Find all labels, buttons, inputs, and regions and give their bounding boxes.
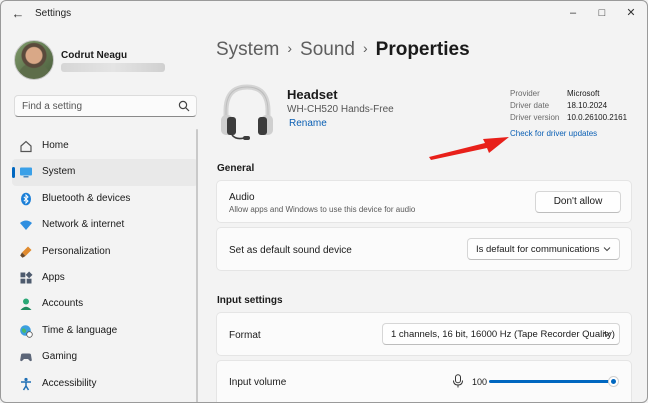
input-volume-slider-track[interactable]: [489, 380, 613, 383]
sidebar-item-label: Gaming: [42, 351, 78, 363]
input-volume-title: Input volume: [229, 377, 287, 388]
search-icon: [178, 100, 190, 112]
sidebar-item-accounts[interactable]: Accounts: [12, 291, 198, 317]
profile-name: Codrut Neagu: [61, 50, 128, 61]
format-card: Format 1 channels, 16 bit, 16000 Hz (Tap…: [216, 312, 632, 356]
search-input[interactable]: Find a setting: [14, 95, 197, 117]
sidebar-item-label: Accessibility: [42, 377, 97, 389]
maximize-button[interactable]: □: [589, 4, 615, 22]
settings-window: ← Settings – □ ✕ Codrut Neagu Find a set…: [0, 0, 648, 403]
network-icon: [20, 220, 32, 231]
driver-row: Driver date 18.10.2024: [510, 101, 630, 113]
sidebar-scrollbar[interactable]: [196, 129, 198, 402]
microphone-icon[interactable]: [452, 374, 464, 388]
audio-subtitle: Allow apps and Windows to use this devic…: [229, 205, 416, 214]
avatar[interactable]: [14, 40, 54, 80]
default-device-value: Is default for communications: [476, 244, 600, 255]
driver-value: 18.10.2024: [567, 101, 608, 110]
sidebar-item-label: Personalization: [42, 245, 111, 257]
title-bar: ← Settings – □ ✕: [1, 1, 647, 27]
sidebar-item-label: Apps: [42, 271, 65, 283]
driver-row: Driver version 10.0.26100.2161: [510, 113, 630, 125]
input-volume-value: 100: [472, 377, 488, 387]
minimize-button[interactable]: –: [560, 4, 586, 22]
sidebar-item-label: System: [42, 166, 76, 178]
sidebar-item-apps[interactable]: Apps: [12, 265, 198, 291]
back-arrow-icon[interactable]: ←: [11, 7, 25, 21]
sidebar-item-home[interactable]: Home: [12, 133, 198, 159]
sidebar-item-label: Accounts: [42, 298, 84, 310]
breadcrumb: System › Sound › Properties: [216, 39, 470, 61]
driver-key: Driver date: [510, 101, 550, 110]
section-input-settings-title: Input settings: [217, 295, 283, 306]
search-placeholder: Find a setting: [22, 101, 83, 112]
default-device-dropdown[interactable]: Is default for communications: [467, 238, 620, 260]
check-driver-updates-link[interactable]: Check for driver updates: [510, 129, 597, 138]
annotation-arrow: [429, 137, 509, 160]
device-model: WH-CH520 Hands-Free: [287, 104, 394, 115]
sidebar-item-network[interactable]: Network & internet: [12, 212, 198, 238]
breadcrumb-system[interactable]: System: [216, 39, 279, 60]
format-title: Format: [229, 330, 261, 341]
sidebar-item-time-language[interactable]: Time & language: [12, 318, 198, 344]
format-value: 1 channels, 16 bit, 16000 Hz (Tape Recor…: [391, 329, 615, 340]
chevron-down-icon: [603, 247, 611, 252]
driver-info: Provider Microsoft Driver date 18.10.202…: [510, 89, 630, 125]
sidebar-item-label: Bluetooth & devices: [42, 192, 131, 204]
profile-email-redacted: [61, 63, 165, 72]
active-indicator: [12, 167, 15, 179]
brush-icon: [20, 246, 32, 258]
headset-icon: [221, 84, 273, 140]
window-title: Settings: [35, 8, 72, 19]
gamepad-icon: [20, 353, 32, 362]
accessibility-icon: [21, 377, 31, 390]
default-device-title: Set as default sound device: [229, 245, 352, 256]
breadcrumb-separator: ›: [287, 40, 293, 56]
system-icon: [20, 167, 32, 178]
chevron-down-icon: [603, 332, 611, 337]
page-title: Properties: [375, 39, 470, 60]
section-general-title: General: [217, 163, 255, 174]
breadcrumb-sound[interactable]: Sound: [300, 39, 355, 60]
home-icon: [20, 140, 32, 153]
driver-row: Provider Microsoft: [510, 89, 630, 101]
audio-title: Audio: [229, 192, 255, 203]
sidebar-item-system[interactable]: System: [12, 159, 198, 186]
globe-clock-icon: [20, 324, 33, 338]
audio-card: Audio Allow apps and Windows to use this…: [216, 180, 632, 223]
close-button[interactable]: ✕: [618, 4, 644, 22]
driver-key: Provider: [510, 89, 540, 98]
sidebar-item-bluetooth[interactable]: Bluetooth & devices: [12, 186, 198, 212]
sidebar-item-label: Time & language: [42, 324, 118, 336]
sidebar-item-accessibility[interactable]: Accessibility: [12, 371, 198, 397]
sidebar-nav: Home System Bluetooth & devices Network …: [12, 133, 198, 397]
breadcrumb-separator: ›: [362, 40, 368, 56]
input-volume-slider-thumb[interactable]: [608, 376, 619, 387]
apps-icon: [20, 271, 33, 284]
device-name: Headset: [287, 87, 338, 102]
dont-allow-button[interactable]: Don't allow: [535, 191, 621, 213]
format-dropdown[interactable]: 1 channels, 16 bit, 16000 Hz (Tape Recor…: [382, 323, 620, 345]
driver-key: Driver version: [510, 113, 560, 122]
sidebar-item-label: Home: [42, 140, 69, 151]
accounts-icon: [20, 298, 32, 311]
default-device-card: Set as default sound device Is default f…: [216, 227, 632, 271]
sidebar-item-personalization[interactable]: Personalization: [12, 239, 198, 265]
driver-value: 10.0.26100.2161: [567, 113, 628, 122]
driver-value: Microsoft: [567, 89, 600, 98]
sidebar-item-gaming[interactable]: Gaming: [12, 344, 198, 370]
bluetooth-icon: [21, 192, 31, 206]
rename-link[interactable]: Rename: [289, 118, 327, 129]
sidebar-item-label: Network & internet: [42, 219, 125, 231]
